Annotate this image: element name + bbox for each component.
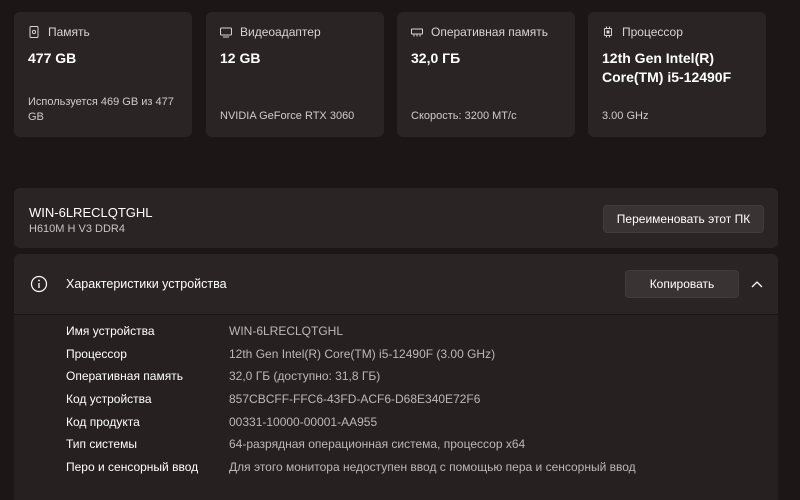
spec-label: Процессор bbox=[66, 347, 127, 361]
copy-button[interactable]: Копировать bbox=[625, 270, 739, 298]
spec-row-device-id: Код устройства 857CBCFF-FFC6-43FD-ACF6-D… bbox=[66, 389, 766, 409]
ram-card[interactable]: Оперативная память 32,0 ГБ Скорость: 320… bbox=[397, 12, 575, 137]
spec-value: WIN-6LRECLQTGHL bbox=[229, 324, 344, 338]
storage-icon bbox=[29, 26, 39, 38]
cpu-card-title: Процессор bbox=[622, 25, 683, 39]
spec-label: Имя устройства bbox=[66, 324, 155, 338]
ram-card-value: 32,0 ГБ bbox=[411, 50, 461, 66]
pc-name: WIN-6LRECLQTGHL bbox=[29, 205, 153, 220]
cpu-icon bbox=[604, 26, 612, 38]
device-specs-header[interactable]: Характеристики устройства Копировать bbox=[14, 254, 778, 315]
spec-row-processor: Процессор 12th Gen Intel(R) Core(TM) i5-… bbox=[66, 344, 766, 364]
spec-value: 857CBCFF-FFC6-43FD-ACF6-D68E340E72F6 bbox=[229, 392, 481, 406]
gpu-card-sub: NVIDIA GeForce RTX 3060 bbox=[220, 110, 355, 122]
storage-card-header: Память bbox=[28, 24, 178, 40]
gpu-card-header: Видеоадаптер bbox=[220, 24, 370, 40]
cpu-card-value: 12th Gen Intel(R) Core(TM) i5-12490F bbox=[602, 50, 732, 85]
spec-label: Код устройства bbox=[66, 392, 152, 406]
storage-card-sub: Используется 469 GB из 477 GB bbox=[28, 96, 174, 123]
cpu-card-header: Процессор bbox=[602, 24, 752, 40]
spec-row-device-name: Имя устройства WIN-6LRECLQTGHL bbox=[66, 321, 766, 341]
spec-value: 32,0 ГБ (доступно: 31,8 ГБ) bbox=[229, 369, 381, 383]
spec-label: Оперативная память bbox=[66, 369, 183, 383]
spec-label: Перо и сенсорный ввод bbox=[66, 460, 199, 474]
cpu-card[interactable]: Процессор 12th Gen Intel(R) Core(TM) i5-… bbox=[588, 12, 766, 137]
rename-pc-button[interactable]: Переименовать этот ПК bbox=[603, 205, 764, 233]
gpu-card-title: Видеоадаптер bbox=[240, 25, 321, 39]
gpu-card[interactable]: Видеоадаптер 12 GB NVIDIA GeForce RTX 30… bbox=[206, 12, 384, 137]
spec-value: 64-разрядная операционная система, проце… bbox=[229, 437, 526, 451]
spec-row-system-type: Тип системы 64-разрядная операционная си… bbox=[66, 434, 766, 454]
spec-row-ram: Оперативная память 32,0 ГБ (доступно: 31… bbox=[66, 366, 766, 386]
gpu-card-value: 12 GB bbox=[220, 50, 261, 66]
info-icon bbox=[30, 275, 48, 293]
pc-model: H610M H V3 DDR4 bbox=[29, 223, 125, 235]
pc-name-panel: WIN-6LRECLQTGHL H610M H V3 DDR4 Переимен… bbox=[14, 188, 778, 248]
ram-icon bbox=[411, 28, 423, 37]
spec-value: 12th Gen Intel(R) Core(TM) i5-12490F (3.… bbox=[229, 347, 496, 361]
storage-card[interactable]: Память 477 GB Используется 469 GB из 477… bbox=[14, 12, 192, 137]
ram-card-header: Оперативная память bbox=[411, 24, 561, 40]
storage-card-title: Память bbox=[48, 25, 90, 39]
spec-row-product-id: Код продукта 00331-10000-00001-AA955 bbox=[66, 412, 766, 432]
storage-card-value: 477 GB bbox=[28, 50, 77, 66]
spec-label: Код продукта bbox=[66, 415, 140, 429]
chevron-up-icon[interactable] bbox=[750, 278, 764, 290]
cpu-card-sub: 3.00 GHz bbox=[602, 110, 649, 122]
spec-row-pen-touch: Перо и сенсорный ввод Для этого монитора… bbox=[66, 457, 766, 477]
spec-value: Для этого монитора недоступен ввод с пом… bbox=[229, 460, 636, 474]
gpu-icon bbox=[220, 27, 232, 38]
spec-label: Тип системы bbox=[66, 437, 137, 451]
device-specs-title: Характеристики устройства bbox=[66, 277, 227, 291]
spec-value: 00331-10000-00001-AA955 bbox=[229, 415, 378, 429]
ram-card-sub: Скорость: 3200 МТ/с bbox=[411, 110, 517, 122]
device-specs-panel: Характеристики устройства Копировать Имя… bbox=[14, 254, 778, 500]
ram-card-title: Оперативная память bbox=[431, 25, 548, 39]
